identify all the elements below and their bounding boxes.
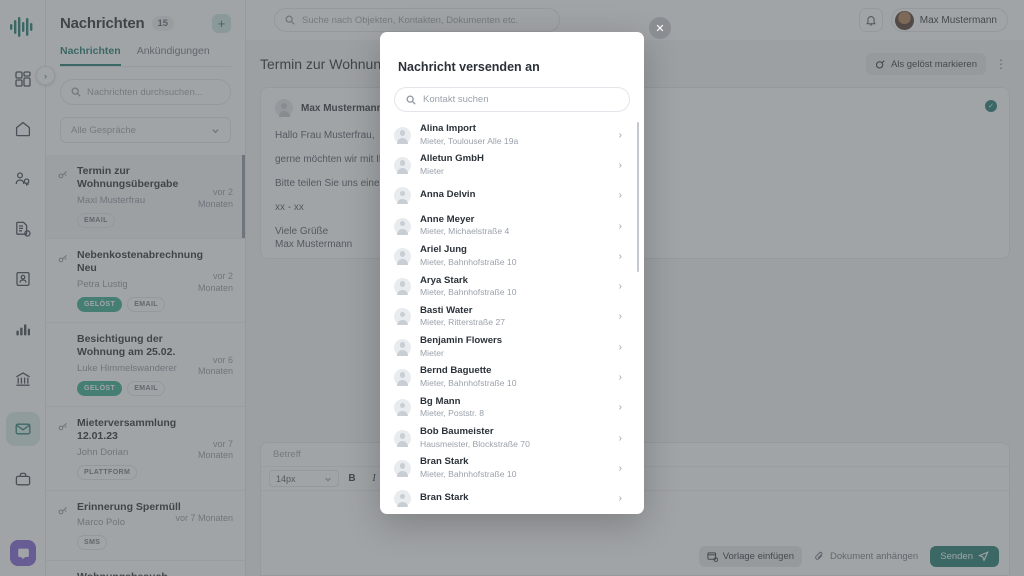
send-message-modal: Nachricht versenden an Kontakt suchen Al…	[380, 32, 644, 514]
avatar	[394, 338, 411, 356]
contact-role: Mieter, Bahnhofstraße 10	[420, 377, 517, 388]
contact-name: Alina Import	[420, 123, 476, 135]
list-item[interactable]: Bernd Baguette Mieter, Bahnhofstraße 10 …	[394, 362, 644, 392]
list-item[interactable]: Benjamin Flowers Mieter ›	[394, 332, 644, 362]
search-icon	[406, 95, 416, 105]
list-item[interactable]: Bran Stark ›	[394, 484, 644, 514]
contact-name: Arya Stark	[420, 274, 468, 286]
modal-title: Nachricht versenden an	[398, 60, 540, 74]
contact-text: Anna Delvin	[420, 189, 610, 202]
chevron-right-icon: ›	[618, 220, 622, 232]
list-item[interactable]: Bg Mann Mieter, Poststr. 8 ›	[394, 393, 644, 423]
list-item[interactable]: Bob Baumeister Hausmeister, Blockstraße …	[394, 423, 644, 453]
contact-name: Anne Meyer	[420, 213, 475, 225]
close-glyph: ✕	[655, 22, 665, 35]
contact-role: Mieter, Bahnhofstraße 10	[420, 287, 517, 298]
contact-role: Hausmeister, Blockstraße 70	[420, 438, 530, 449]
avatar	[394, 308, 411, 326]
avatar	[394, 156, 411, 174]
chevron-right-icon: ›	[618, 311, 622, 323]
contact-name: Bran Stark	[420, 492, 469, 504]
contact-name: Ariel Jung	[420, 244, 467, 256]
contact-text: Benjamin Flowers Mieter	[420, 335, 610, 359]
chevron-right-icon: ›	[618, 159, 622, 171]
close-icon[interactable]: ✕	[649, 17, 671, 39]
chevron-right-icon: ›	[618, 341, 622, 353]
contact-list-scrollbar[interactable]	[636, 122, 639, 272]
list-item[interactable]: Basti Water Mieter, Ritterstraße 27 ›	[394, 302, 644, 332]
chevron-right-icon: ›	[618, 281, 622, 293]
contact-text: Anne Meyer Mieter, Michaelstraße 4	[420, 214, 610, 238]
list-item[interactable]: Ariel Jung Mieter, Bahnhofstraße 10 ›	[394, 241, 644, 271]
avatar	[394, 369, 411, 387]
contact-search-input[interactable]: Kontakt suchen	[394, 87, 630, 112]
avatar	[394, 126, 411, 144]
contact-list[interactable]: Alina Import Mieter, Toulouser Alle 19a …	[380, 120, 644, 514]
contact-text: Bob Baumeister Hausmeister, Blockstraße …	[420, 426, 610, 450]
contact-text: Bernd Baguette Mieter, Bahnhofstraße 10	[420, 365, 610, 389]
contact-name: Bob Baumeister	[420, 426, 494, 438]
contact-text: Alina Import Mieter, Toulouser Alle 19a	[420, 123, 610, 147]
avatar	[394, 429, 411, 447]
contact-text: Alletun GmbH Mieter	[420, 153, 610, 177]
contact-role: Mieter, Bahnhofstraße 10	[420, 256, 517, 267]
avatar	[394, 247, 411, 265]
contact-name: Bernd Baguette	[420, 365, 492, 377]
contact-role: Mieter, Ritterstraße 27	[420, 317, 506, 328]
contact-name: Bran Stark	[420, 456, 469, 468]
chevron-right-icon: ›	[618, 372, 622, 384]
list-item[interactable]: Alletun GmbH Mieter ›	[394, 150, 644, 180]
contact-text: Ariel Jung Mieter, Bahnhofstraße 10	[420, 244, 610, 268]
contact-name: Anna Delvin	[420, 189, 476, 201]
contact-text: Bran Stark	[420, 492, 610, 505]
contact-role: Mieter, Poststr. 8	[420, 408, 484, 419]
contact-text: Basti Water Mieter, Ritterstraße 27	[420, 305, 610, 329]
avatar	[394, 278, 411, 296]
contact-text: Bran Stark Mieter, Bahnhofstraße 10	[420, 456, 610, 480]
contact-search-placeholder: Kontakt suchen	[423, 94, 489, 105]
list-item[interactable]: Alina Import Mieter, Toulouser Alle 19a …	[394, 120, 644, 150]
avatar	[394, 490, 411, 508]
list-item[interactable]: Anna Delvin ›	[394, 181, 644, 211]
chevron-right-icon: ›	[618, 402, 622, 414]
list-item[interactable]: Anne Meyer Mieter, Michaelstraße 4 ›	[394, 211, 644, 241]
contact-text: Arya Stark Mieter, Bahnhofstraße 10	[420, 275, 610, 299]
avatar	[394, 459, 411, 477]
chevron-right-icon: ›	[618, 493, 622, 505]
contact-text: Bg Mann Mieter, Poststr. 8	[420, 396, 610, 420]
list-item[interactable]: Bran Stark Mieter, Bahnhofstraße 10 ›	[394, 453, 644, 483]
chevron-right-icon: ›	[618, 432, 622, 444]
avatar	[394, 217, 411, 235]
chevron-right-icon: ›	[618, 190, 622, 202]
avatar	[394, 399, 411, 417]
list-item[interactable]: Arya Stark Mieter, Bahnhofstraße 10 ›	[394, 271, 644, 301]
chevron-right-icon: ›	[618, 462, 622, 474]
app-root: › Nachrichten 15 + Nachrichten Ankündigu…	[0, 0, 1024, 576]
chevron-right-icon: ›	[618, 250, 622, 262]
contact-role: Mieter	[420, 347, 444, 358]
chevron-right-icon: ›	[618, 129, 622, 141]
contact-role: Mieter, Bahnhofstraße 10	[420, 468, 517, 479]
contact-name: Benjamin Flowers	[420, 335, 503, 347]
contact-name: Bg Mann	[420, 395, 461, 407]
contact-role: Mieter, Michaelstraße 4	[420, 226, 510, 237]
contact-role: Mieter	[420, 165, 444, 176]
contact-name: Basti Water	[420, 304, 473, 316]
contact-role: Mieter, Toulouser Alle 19a	[420, 135, 519, 146]
contact-name: Alletun GmbH	[420, 153, 484, 165]
avatar	[394, 187, 411, 205]
